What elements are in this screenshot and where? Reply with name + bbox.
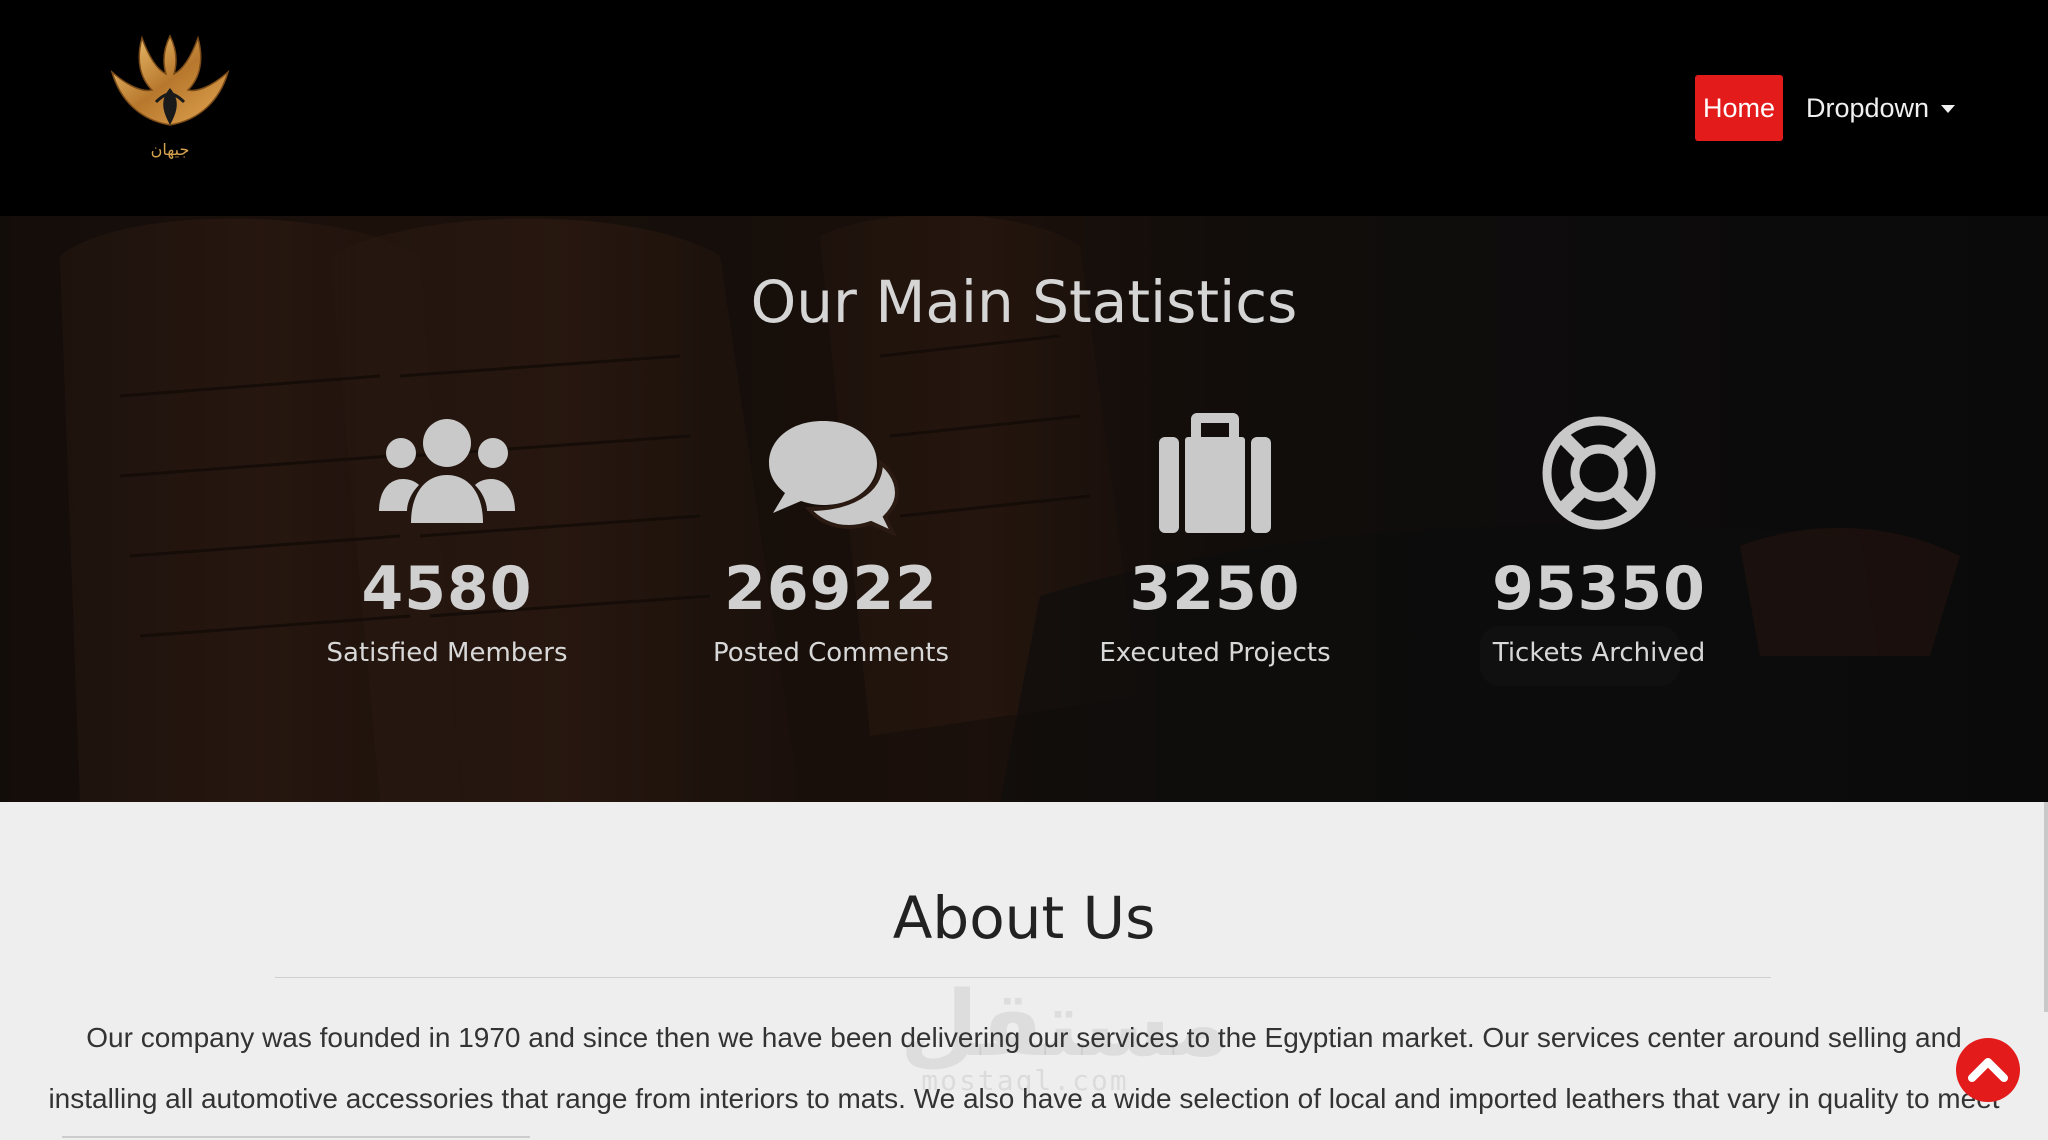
divider: [62, 1136, 530, 1138]
chevron-up-icon: [1968, 1058, 2008, 1082]
suitcase-icon: [1159, 413, 1271, 533]
brand-logo-text: جيهان: [150, 140, 190, 159]
caret-down-icon: [1941, 105, 1956, 113]
stat-number: 26922: [724, 554, 938, 624]
stat-number: 3250: [1129, 554, 1301, 624]
stat-label: Satisfied Members: [326, 638, 568, 668]
life-ring-icon: [1542, 416, 1656, 530]
about-section: مستقل mostaql.com About Us Our company w…: [0, 802, 2048, 1140]
stat-label: Executed Projects: [1099, 638, 1331, 668]
navbar: جيهان Home Dropdown: [0, 0, 2048, 216]
stat-number: 95350: [1492, 554, 1706, 624]
scroll-to-top-button[interactable]: [1956, 1038, 2020, 1102]
statistics-section: Our Main Statistics 4580 Satisfied Membe…: [0, 216, 2048, 802]
nav-dropdown-toggle[interactable]: Dropdown: [1806, 75, 1956, 141]
stat-satisfied-members: 4580 Satisfied Members: [287, 411, 607, 668]
phoenix-logo-icon: [110, 34, 230, 126]
users-icon: [379, 419, 515, 523]
stat-label: Posted Comments: [712, 638, 950, 668]
stat-label: Tickets Archived: [1492, 638, 1706, 668]
comments-icon: [769, 421, 900, 536]
nav-dropdown-label: Dropdown: [1806, 93, 1930, 123]
divider: [275, 977, 1771, 978]
stat-posted-comments: 26922 Posted Comments: [671, 411, 991, 668]
stats-title: Our Main Statistics: [750, 268, 1298, 336]
page-scrollbar[interactable]: [2044, 802, 2048, 1012]
brand-logo[interactable]: جيهان: [100, 30, 240, 170]
stat-executed-projects: 3250 Executed Projects: [1055, 411, 1375, 668]
stat-number: 4580: [361, 554, 533, 624]
nav-home-link[interactable]: Home: [1695, 75, 1783, 141]
about-title: About Us: [892, 884, 1156, 952]
about-paragraph: Our company was founded in 1970 and sinc…: [48, 1022, 2000, 1114]
stat-tickets-archived: 95350 Tickets Archived: [1439, 411, 1759, 668]
